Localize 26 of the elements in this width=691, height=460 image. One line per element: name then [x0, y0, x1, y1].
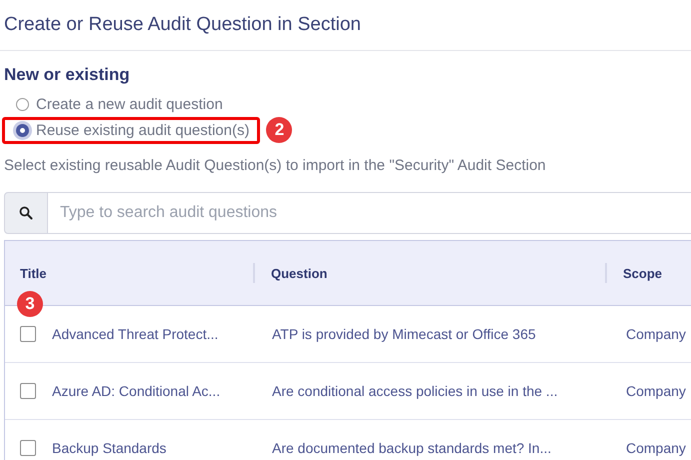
search-icon[interactable]: [4, 192, 48, 234]
table-cell: Company: [626, 326, 686, 342]
table-cell: Are documented backup standards met? In...: [272, 440, 552, 456]
annotation-badge: 3: [17, 291, 43, 317]
column-header[interactable]: Question: [255, 263, 607, 283]
checkbox[interactable]: [20, 440, 36, 456]
table-cell: Backup Standards: [52, 440, 166, 456]
annotation-badge: 2: [266, 117, 292, 143]
radio-button[interactable]: [16, 98, 29, 110]
hint-text: Select existing reusable Audit Question(s) to import in the "Security" Audit Section: [4, 157, 547, 174]
checkbox[interactable]: [20, 326, 36, 342]
section-heading: New or existing: [4, 65, 131, 85]
table-cell: ATP is provided by Mimecast or Office 365: [272, 326, 536, 342]
dialog-title: Create or Reuse Audit Question in Section: [4, 14, 361, 36]
column-header[interactable]: Scope: [607, 263, 662, 283]
radio-option[interactable]: Create a new audit question: [2, 90, 234, 118]
radio-option[interactable]: Reuse existing audit question(s): [2, 116, 260, 144]
checkbox[interactable]: [20, 383, 36, 399]
table-cell: Company: [626, 383, 686, 399]
table-cell: Azure AD: Conditional Ac...: [52, 383, 220, 399]
table-cell: Are conditional access policies in use in the ...: [272, 383, 558, 399]
column-header[interactable]: Title: [5, 263, 255, 283]
search-field[interactable]: Type to search audit questions: [48, 192, 691, 234]
table-cell: Advanced Threat Protect...: [52, 326, 218, 342]
table-cell: Company: [626, 440, 686, 456]
radio-button[interactable]: [16, 124, 29, 136]
